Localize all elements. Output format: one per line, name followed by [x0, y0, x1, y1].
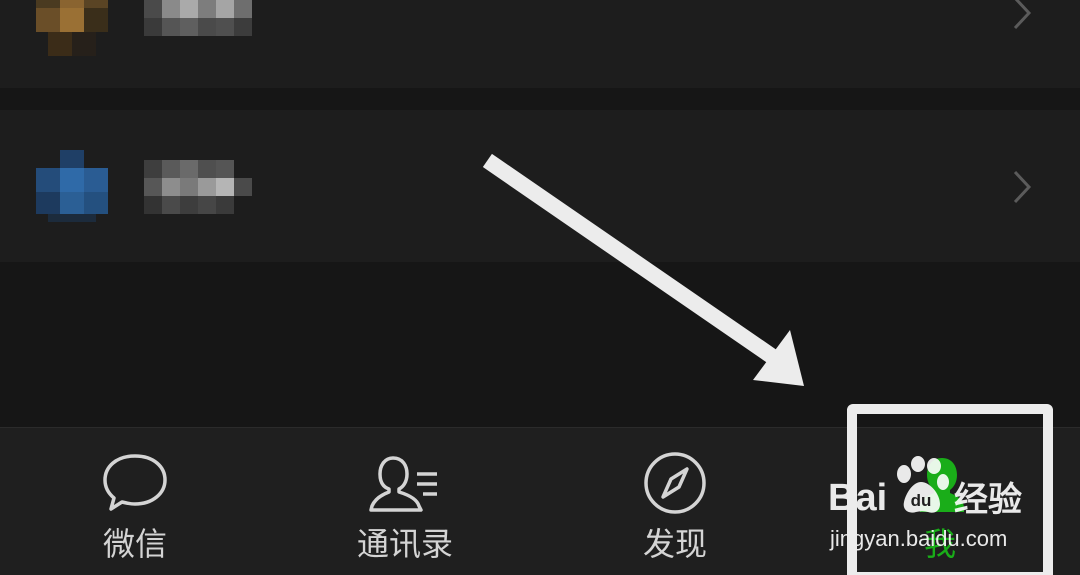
tab-label: 发现	[642, 525, 707, 563]
avatar	[36, 0, 108, 56]
tab-label: 通讯录	[356, 525, 453, 563]
chat-bubble-icon	[103, 454, 167, 511]
wechat-me-screen: 微信 通讯录 发现 我 du Bai 经验 jingyan.baidu.com	[0, 0, 1080, 575]
contacts-icon	[369, 456, 437, 512]
contact-name-blurred	[144, 0, 252, 36]
highlight-box	[847, 404, 1053, 575]
tab-label: 微信	[102, 525, 167, 563]
compass-icon	[644, 452, 706, 514]
tab-contacts[interactable]: 通讯录	[305, 428, 505, 575]
chevron-right-icon	[1013, 0, 1032, 30]
chevron-right-icon	[1013, 170, 1032, 204]
avatar	[36, 150, 108, 222]
list-item[interactable]	[0, 0, 1080, 88]
tab-chats[interactable]: 微信	[35, 428, 235, 575]
tab-discover[interactable]: 发现	[575, 428, 775, 575]
list-item[interactable]	[0, 110, 1080, 262]
contact-name-blurred	[144, 160, 252, 214]
